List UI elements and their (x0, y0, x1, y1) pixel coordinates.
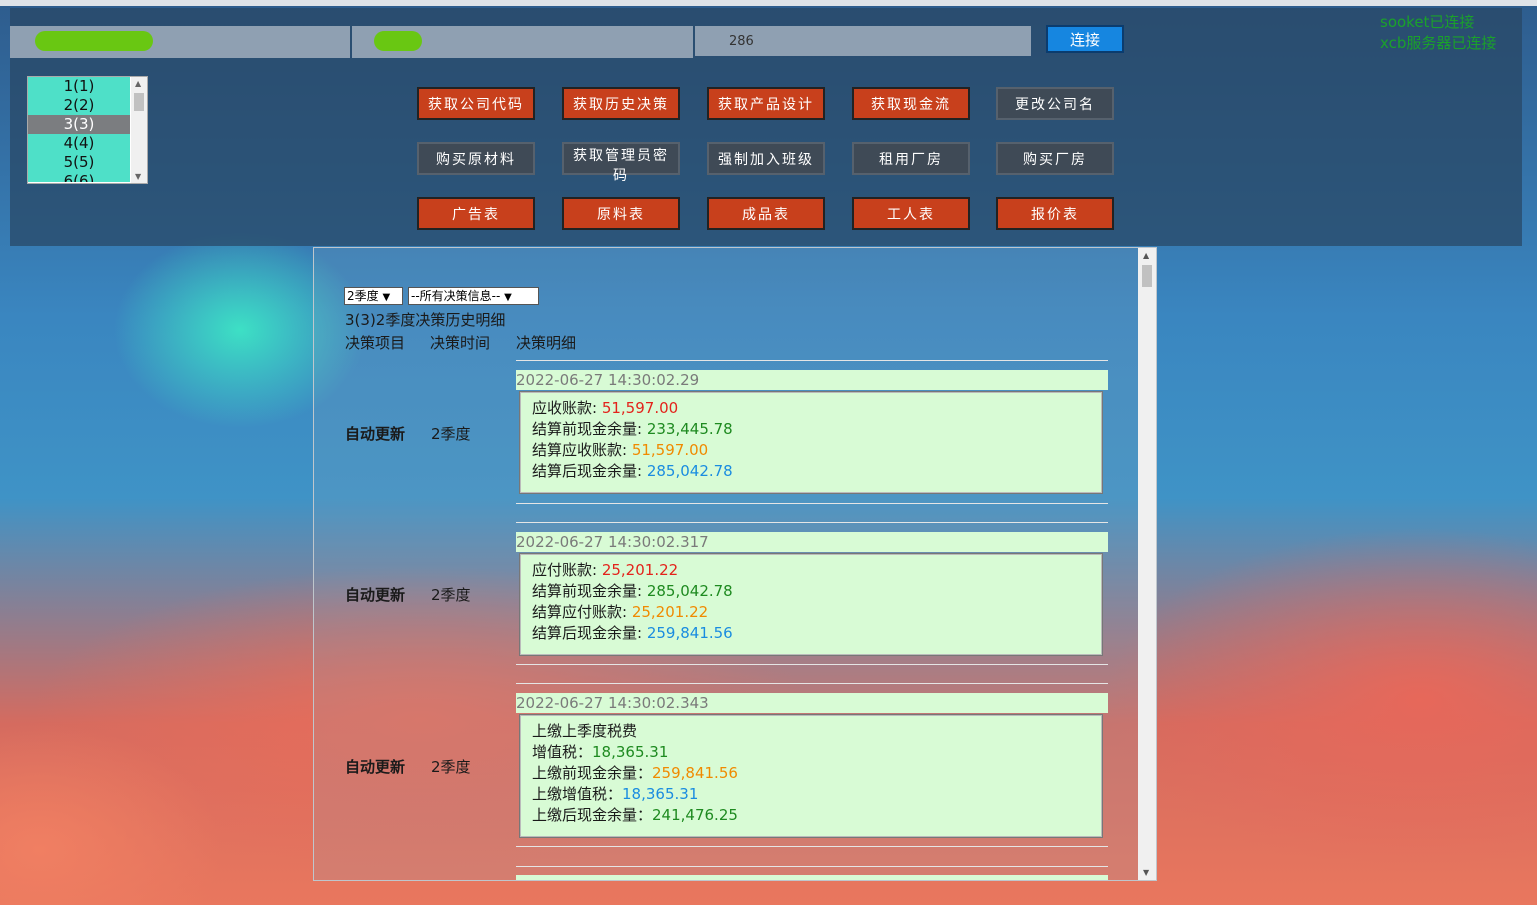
product-table-button[interactable]: 成品表 (707, 197, 825, 230)
record-timestamp: 2022-06-27 14:30:02.29 (516, 370, 1108, 390)
record-timestamp: 2022-06-27 14:30:02.343 (516, 693, 1108, 713)
socket-status: sooket已连接 (1380, 13, 1475, 31)
divider (516, 522, 1108, 523)
connection-status: sooket已连接 xcb服务器已连接 (1380, 12, 1496, 54)
worker-table-button[interactable]: 工人表 (852, 197, 970, 230)
detail-line: 结算前现金余量: 233,445.78 (532, 420, 733, 438)
decision-type-select[interactable]: --所有决策信息-- ▼ (408, 287, 539, 305)
divider (516, 866, 1108, 867)
detail-line: 结算后现金余量: 259,841.56 (532, 624, 733, 642)
panel-scrollbar[interactable]: ▲ ▼ (1138, 248, 1156, 880)
detail-line: 上缴上季度税费 (532, 722, 638, 740)
get-company-code-button[interactable]: 获取公司代码 (417, 87, 535, 120)
listbox-scrollbar[interactable]: ▲ ▼ (131, 77, 147, 183)
quote-table-button[interactable]: 报价表 (996, 197, 1114, 230)
scroll-up-icon[interactable]: ▲ (135, 79, 141, 88)
company-listbox[interactable]: 1(1) 2(2) 3(3) 4(4) 5(5) 6(6) ▲ ▼ (27, 76, 148, 184)
scrollbar-thumb[interactable] (134, 93, 144, 111)
divider (516, 683, 1108, 684)
detail-line: 上缴前现金余量：259,841.56 (532, 764, 738, 782)
record-item: 自动更新 (345, 586, 406, 604)
get-admin-password-button[interactable]: 获取管理员密码 (562, 142, 680, 184)
server-status: xcb服务器已连接 (1380, 34, 1497, 52)
chevron-down-icon: ▼ (504, 292, 512, 303)
record-quarter: 2季度 (431, 758, 471, 776)
company-list-item[interactable]: 2(2) (28, 96, 130, 115)
port-field[interactable] (695, 26, 1031, 56)
record-detail: 上缴上季度税费 增值税：18,365.31 上缴前现金余量：259,841.56… (519, 714, 1103, 838)
company-list-item[interactable]: 4(4) (28, 134, 130, 153)
divider (516, 360, 1108, 361)
scroll-down-icon[interactable]: ▼ (135, 172, 141, 181)
company-list-item[interactable]: 5(5) (28, 153, 130, 172)
buy-factory-button[interactable]: 购买厂房 (996, 142, 1114, 175)
decision-history-panel[interactable]: 2季度 ▼ --所有决策信息-- ▼ 3(3)2季度决策历史明细 决策项目 决策… (313, 247, 1157, 881)
record-detail: 应收账款: 51,597.00 结算前现金余量: 233,445.78 结算应收… (519, 391, 1103, 494)
record-item: 自动更新 (345, 425, 406, 443)
detail-line: 结算前现金余量: 285,042.78 (532, 582, 733, 600)
column-header-time: 决策时间 (430, 334, 491, 352)
column-header-detail: 决策明细 (516, 334, 577, 352)
company-list-item-selected[interactable]: 3(3) (28, 115, 130, 134)
detail-line: 结算后现金余量: 285,042.78 (532, 462, 733, 480)
record-timestamp-partial (516, 875, 1108, 880)
detail-line: 结算应付账款: 25,201.22 (532, 603, 709, 621)
redaction-mark (35, 31, 153, 51)
rename-company-button[interactable]: 更改公司名 (996, 87, 1114, 120)
get-decision-history-button[interactable]: 获取历史决策 (562, 87, 680, 120)
window-top-strip (0, 0, 1537, 6)
buy-materials-button[interactable]: 购买原材料 (417, 142, 535, 175)
get-cashflow-button[interactable]: 获取现金流 (852, 87, 970, 120)
divider (516, 503, 1108, 504)
scrollbar-thumb[interactable] (1142, 265, 1152, 287)
company-list-item[interactable]: 1(1) (28, 77, 130, 96)
record-quarter: 2季度 (431, 586, 471, 604)
ad-table-button[interactable]: 广告表 (417, 197, 535, 230)
divider (516, 846, 1108, 847)
detail-line: 应付账款: 25,201.22 (532, 561, 679, 579)
history-title: 3(3)2季度决策历史明细 (345, 311, 506, 329)
detail-line: 上缴增值税：18,365.31 (532, 785, 699, 803)
record-item: 自动更新 (345, 758, 406, 776)
detail-line: 上缴后现金余量：241,476.25 (532, 806, 738, 824)
scroll-down-icon[interactable]: ▼ (1143, 868, 1149, 877)
rent-factory-button[interactable]: 租用厂房 (852, 142, 970, 175)
material-table-button[interactable]: 原料表 (562, 197, 680, 230)
detail-line: 应收账款: 51,597.00 (532, 399, 679, 417)
redaction-mark (374, 31, 422, 51)
record-quarter: 2季度 (431, 425, 471, 443)
record-detail: 应付账款: 25,201.22 结算前现金余量: 285,042.78 结算应付… (519, 553, 1103, 656)
company-list-item[interactable]: 6(6) (28, 172, 130, 182)
force-join-class-button[interactable]: 强制加入班级 (707, 142, 825, 175)
divider (516, 664, 1108, 665)
get-product-design-button[interactable]: 获取产品设计 (707, 87, 825, 120)
column-header-item: 决策项目 (345, 334, 406, 352)
scroll-up-icon[interactable]: ▲ (1143, 251, 1149, 260)
detail-line: 结算应收账款: 51,597.00 (532, 441, 709, 459)
connect-button[interactable]: 连接 (1046, 25, 1124, 53)
detail-line: 增值税：18,365.31 (532, 743, 669, 761)
quarter-select[interactable]: 2季度 ▼ (344, 287, 403, 305)
chevron-down-icon: ▼ (382, 292, 391, 303)
record-timestamp: 2022-06-27 14:30:02.317 (516, 532, 1108, 552)
